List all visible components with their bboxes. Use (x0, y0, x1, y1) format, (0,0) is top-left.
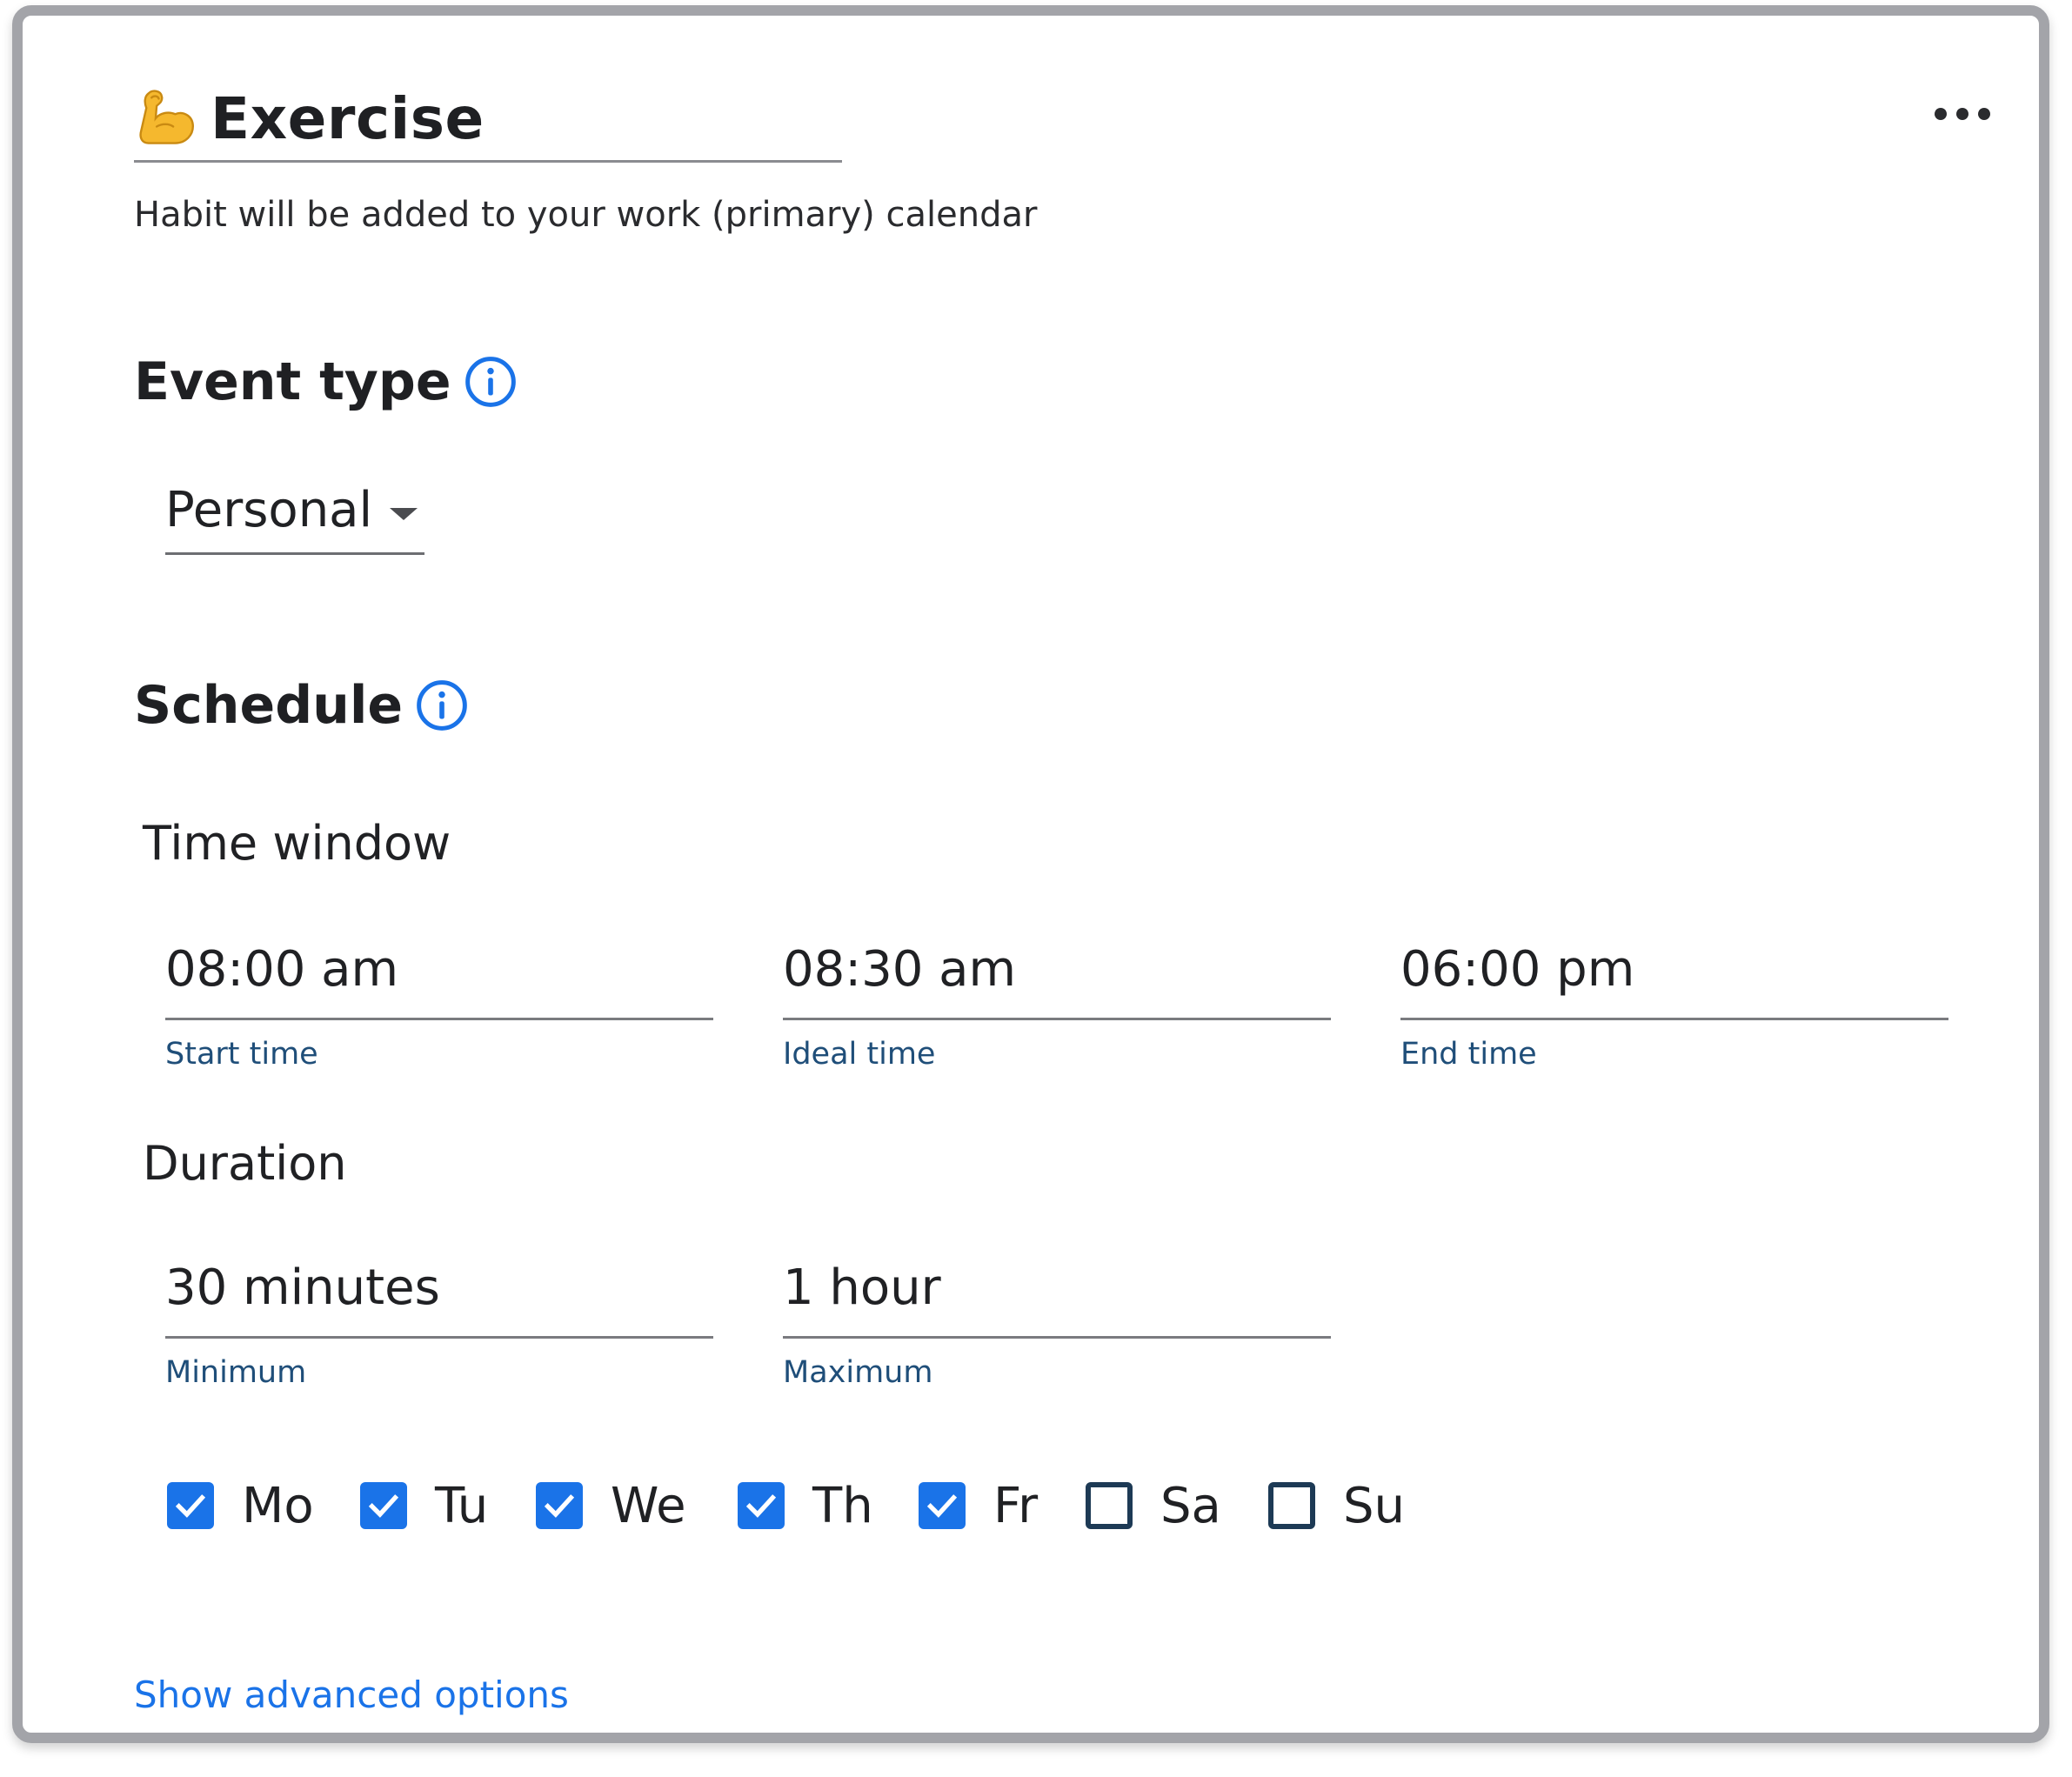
field-underline (165, 1018, 713, 1020)
checkbox-checked[interactable] (167, 1482, 214, 1529)
day-checkbox-fr[interactable]: Fr (919, 1475, 1038, 1536)
info-icon[interactable] (415, 678, 469, 732)
min-duration-field[interactable]: Minimum (165, 1253, 713, 1390)
max-duration-field[interactable]: Maximum (783, 1253, 1331, 1390)
more-dot (1978, 108, 1990, 120)
more-options-icon[interactable] (1935, 101, 1990, 127)
flexed-biceps-icon (139, 90, 194, 144)
event-type-label: Event type (134, 351, 451, 412)
more-dot (1956, 108, 1968, 120)
title-underline (134, 160, 842, 163)
day-label: We (611, 1477, 686, 1534)
schedule-label: Schedule (134, 675, 404, 736)
day-checkbox-we[interactable]: We (536, 1475, 686, 1536)
ideal-time-helper: Ideal time (783, 1037, 936, 1072)
checkbox-checked[interactable] (536, 1482, 583, 1529)
min-duration-helper: Minimum (165, 1355, 307, 1390)
ideal-time-input[interactable] (783, 934, 1331, 1004)
show-advanced-options-link[interactable]: Show advanced options (134, 1673, 569, 1716)
max-duration-helper: Maximum (783, 1355, 933, 1390)
day-label: Mo (242, 1477, 314, 1534)
schedule-heading: Schedule (134, 675, 469, 736)
day-checkbox-su[interactable]: Su (1268, 1475, 1405, 1536)
start-time-field[interactable]: Start time (165, 934, 713, 1072)
checkbox-checked[interactable] (360, 1482, 407, 1529)
day-label: Tu (435, 1477, 489, 1534)
field-underline (783, 1336, 1331, 1339)
ideal-time-field[interactable]: Ideal time (783, 934, 1331, 1072)
event-type-select[interactable]: Personal (165, 478, 424, 555)
event-type-heading: Event type (134, 351, 518, 412)
duration-label: Duration (143, 1136, 347, 1191)
end-time-input[interactable] (1400, 934, 1948, 1004)
day-checkbox-mo[interactable]: Mo (167, 1475, 314, 1536)
day-label: Th (812, 1477, 873, 1534)
end-time-helper: End time (1400, 1037, 1537, 1072)
habit-title[interactable]: Exercise (211, 85, 485, 152)
day-label: Su (1343, 1477, 1406, 1534)
chevron-down-icon (390, 508, 418, 520)
checkbox-unchecked[interactable] (1268, 1482, 1315, 1529)
start-time-input[interactable] (165, 934, 713, 1004)
select-underline (165, 552, 424, 555)
title-row[interactable]: Exercise (134, 75, 485, 162)
field-underline (783, 1018, 1331, 1020)
field-underline (165, 1336, 713, 1339)
event-type-value: Personal (165, 482, 373, 538)
day-checkbox-th[interactable]: Th (738, 1475, 873, 1536)
checkmark-icon (926, 1494, 958, 1518)
checkbox-checked[interactable] (738, 1482, 785, 1529)
checkbox-unchecked[interactable] (1086, 1482, 1133, 1529)
checkmark-icon (544, 1494, 575, 1518)
min-duration-input[interactable] (165, 1253, 713, 1322)
time-window-label: Time window (143, 816, 451, 871)
day-label: Fr (993, 1477, 1039, 1534)
day-label: Sa (1160, 1477, 1221, 1534)
max-duration-input[interactable] (783, 1253, 1331, 1322)
checkmark-icon (745, 1494, 777, 1518)
checkmark-icon (175, 1494, 206, 1518)
calendar-subtitle: Habit will be added to your work (primar… (134, 195, 1038, 235)
day-checkbox-tu[interactable]: Tu (360, 1475, 488, 1536)
checkbox-checked[interactable] (919, 1482, 966, 1529)
habit-card: Exercise Habit will be added to your wor… (12, 5, 2049, 1743)
checkmark-icon (368, 1494, 399, 1518)
start-time-helper: Start time (165, 1037, 318, 1072)
info-icon[interactable] (464, 355, 518, 409)
end-time-field[interactable]: End time (1400, 934, 1948, 1072)
field-underline (1400, 1018, 1948, 1020)
day-checkbox-sa[interactable]: Sa (1086, 1475, 1221, 1536)
more-dot (1935, 108, 1947, 120)
